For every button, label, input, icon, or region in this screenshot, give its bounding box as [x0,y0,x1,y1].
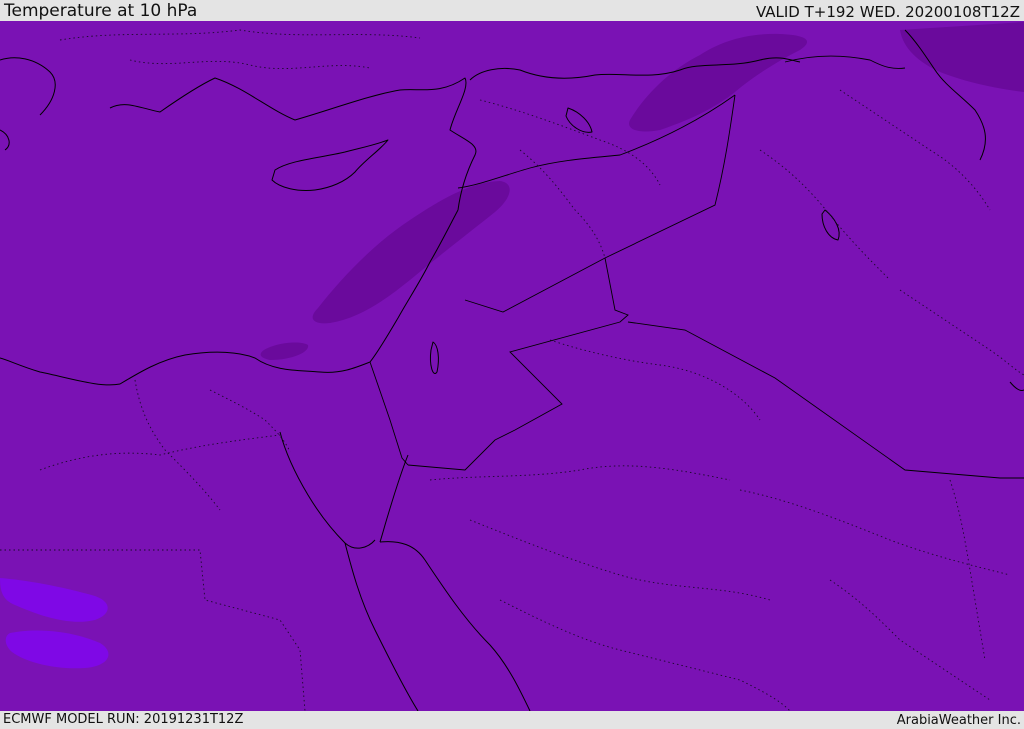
model-run: ECMWF MODEL RUN: 20191231T12Z [3,712,244,727]
header-bar: Temperature at 10 hPa VALID T+192 WED. 2… [0,0,1024,21]
map-title: Temperature at 10 hPa [4,1,198,21]
valid-time: VALID T+192 WED. 20200108T12Z [755,3,1020,21]
map-canvas [0,21,1024,711]
temperature-map [0,21,1024,711]
credit: ArabiaWeather Inc. [896,713,1021,728]
footer-bar: ECMWF MODEL RUN: 20191231T12Z ArabiaWeat… [0,711,1024,729]
